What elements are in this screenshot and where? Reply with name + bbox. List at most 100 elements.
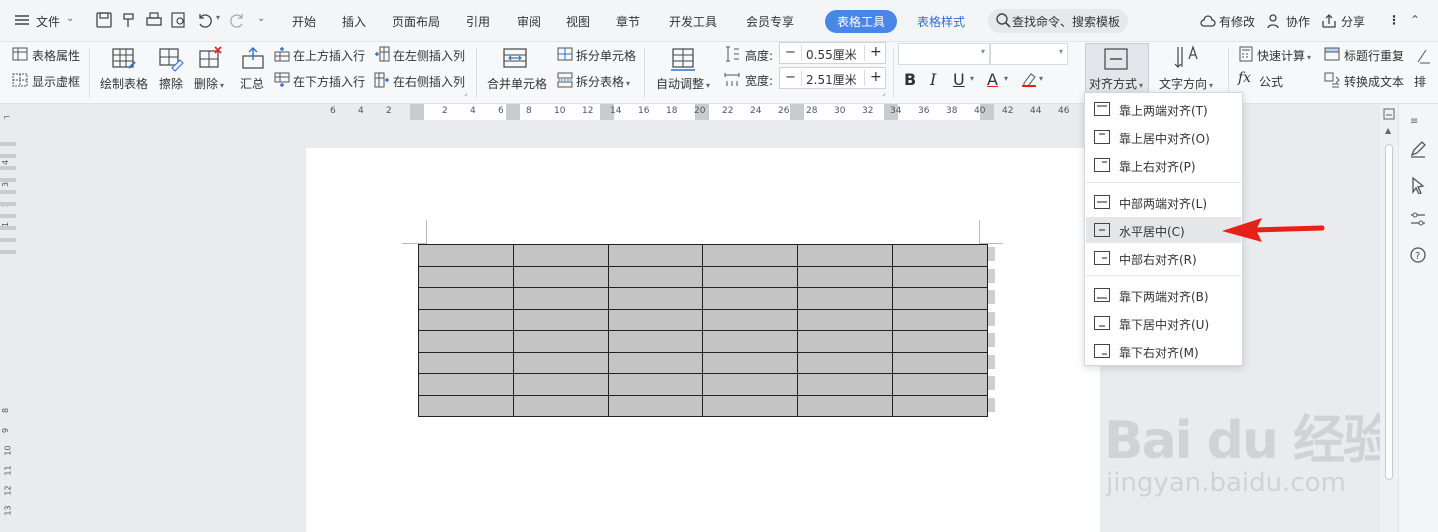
redo-icon[interactable] (228, 10, 248, 30)
width-increase-button[interactable]: + (870, 69, 882, 85)
hamburger-icon[interactable] (12, 10, 32, 30)
font-name-select[interactable]: ▾ (898, 43, 990, 65)
tab-page-layout[interactable]: 页面布局 (392, 13, 440, 30)
table-cell[interactable] (607, 373, 704, 396)
help-icon[interactable]: ? (1409, 246, 1427, 267)
width-value[interactable]: 2.51厘米 (806, 71, 857, 88)
ruler-marker[interactable] (506, 104, 520, 120)
insert-row-above-button[interactable]: 在上方插入行 (293, 47, 365, 64)
scroll-up-icon[interactable]: ▲ (1385, 126, 1391, 135)
table-cell[interactable] (607, 244, 704, 267)
undo-icon[interactable] (194, 10, 214, 30)
bold-icon[interactable]: B (904, 70, 916, 89)
table-cell[interactable] (797, 244, 894, 267)
summary-button[interactable]: 汇总 (240, 75, 264, 92)
table-cell[interactable] (892, 265, 988, 288)
vertical-scrollbar[interactable]: ▲ (1380, 104, 1398, 532)
table-cell[interactable] (512, 265, 609, 288)
table-cell[interactable] (418, 308, 514, 331)
more-icon[interactable]: ⋮ (1388, 13, 1400, 27)
ruler-marker[interactable] (790, 104, 804, 120)
height-decrease-button[interactable]: − (785, 45, 796, 60)
align-menu-item[interactable]: 靠上右对齐(P) (1086, 152, 1241, 178)
width-stepper[interactable]: − 2.51厘米 + (779, 67, 886, 89)
format-painter-icon[interactable] (119, 10, 139, 30)
table-cell[interactable] (607, 265, 704, 288)
align-menu-item[interactable]: 中部两端对齐(L) (1086, 189, 1241, 215)
table-cell[interactable] (892, 351, 988, 374)
collaborate-icon[interactable] (1265, 12, 1283, 30)
tab-table-style[interactable]: 表格样式 (917, 13, 965, 30)
tab-member[interactable]: 会员专享 (746, 13, 794, 30)
align-menu-item[interactable]: 靠下居中对齐(U) (1086, 310, 1241, 336)
save-icon[interactable] (94, 10, 114, 30)
scrollbar-top-icon[interactable] (1383, 108, 1395, 123)
table-cell[interactable] (702, 373, 799, 396)
vertical-ruler[interactable]: 43218910111213 (0, 120, 16, 532)
file-menu[interactable]: 文件 (36, 13, 60, 30)
tab-start[interactable]: 开始 (292, 13, 316, 30)
show-grid-button[interactable]: 显示虚框 (32, 73, 80, 90)
font-color-icon[interactable]: A (987, 70, 998, 89)
table-cell[interactable] (892, 330, 988, 353)
file-chevron-icon[interactable]: ⌄ (66, 13, 74, 24)
table-cell[interactable] (892, 373, 988, 396)
formula-button[interactable]: 公式 (1259, 73, 1283, 90)
quick-access-chevron-icon[interactable]: ⌄ (257, 13, 265, 24)
highlight-chevron-icon[interactable]: ▾ (1039, 74, 1043, 83)
delete-button[interactable]: 删除 ▾ (194, 75, 224, 92)
print-icon[interactable] (144, 10, 164, 30)
underline-icon[interactable]: U (953, 70, 965, 89)
table-cell[interactable] (702, 265, 799, 288)
document-table[interactable] (418, 244, 988, 417)
tab-view[interactable]: 视图 (566, 13, 590, 30)
table-cell[interactable] (797, 265, 894, 288)
table-cell[interactable] (702, 287, 799, 310)
share-icon[interactable] (1320, 12, 1338, 30)
font-size-select[interactable]: ▾ (990, 43, 1068, 65)
insert-col-right-button[interactable]: 在右侧插入列 (393, 73, 465, 90)
convert-text-button[interactable]: 转换成文本 (1344, 73, 1404, 90)
table-cell[interactable] (418, 351, 514, 374)
sidebar-menu-icon[interactable]: ≡ (1410, 116, 1418, 127)
table-cell[interactable] (892, 308, 988, 331)
table-cell[interactable] (797, 287, 894, 310)
tab-table-tools[interactable]: 表格工具 (825, 10, 898, 33)
table-cell[interactable] (418, 394, 514, 417)
font-color-chevron-icon[interactable]: ▾ (1004, 74, 1008, 83)
table-cell[interactable] (892, 244, 988, 267)
auto-fit-button[interactable]: 自动调整 ▾ (656, 75, 710, 92)
align-button[interactable]: 对齐方式 ▾ (1085, 43, 1149, 93)
table-cell[interactable] (418, 244, 514, 267)
table-cell[interactable] (702, 351, 799, 374)
table-cell[interactable] (797, 351, 894, 374)
search-box[interactable]: 查找命令、搜索模板 (988, 9, 1128, 33)
modified-status[interactable]: 有修改 (1219, 13, 1255, 30)
table-cell[interactable] (702, 244, 799, 267)
undo-chevron-icon[interactable]: ▾ (216, 13, 220, 22)
tab-review[interactable]: 审阅 (517, 13, 541, 30)
scrollbar-thumb[interactable] (1385, 144, 1393, 480)
rows-cols-launcher-icon[interactable]: ⌟ (464, 88, 468, 97)
table-cell[interactable] (607, 308, 704, 331)
ruler-marker[interactable] (410, 104, 424, 120)
text-direction-button[interactable]: 文字方向 ▾ (1159, 75, 1213, 92)
highlight-icon[interactable] (1021, 71, 1037, 87)
table-cell[interactable] (418, 330, 514, 353)
quick-calc-button[interactable]: 快速计算 ▾ (1257, 47, 1311, 64)
table-cell[interactable] (892, 287, 988, 310)
table-cell[interactable] (607, 394, 704, 417)
table-cell[interactable] (607, 330, 704, 353)
table-cell[interactable] (607, 351, 704, 374)
width-decrease-button[interactable]: − (785, 70, 796, 85)
table-cell[interactable] (512, 373, 609, 396)
pen-edit-icon[interactable] (1409, 140, 1427, 161)
table-cell[interactable] (512, 244, 609, 267)
align-menu-item[interactable]: 靠上居中对齐(O) (1086, 124, 1241, 150)
settings-sliders-icon[interactable] (1409, 210, 1427, 231)
cell-size-launcher-icon[interactable]: ⌟ (882, 88, 886, 97)
table-props-button[interactable]: 表格属性 (32, 47, 80, 64)
table-cell[interactable] (797, 308, 894, 331)
height-stepper[interactable]: − 0.55厘米 + (779, 42, 886, 64)
align-menu-item[interactable]: 靠下两端对齐(B) (1086, 282, 1241, 308)
